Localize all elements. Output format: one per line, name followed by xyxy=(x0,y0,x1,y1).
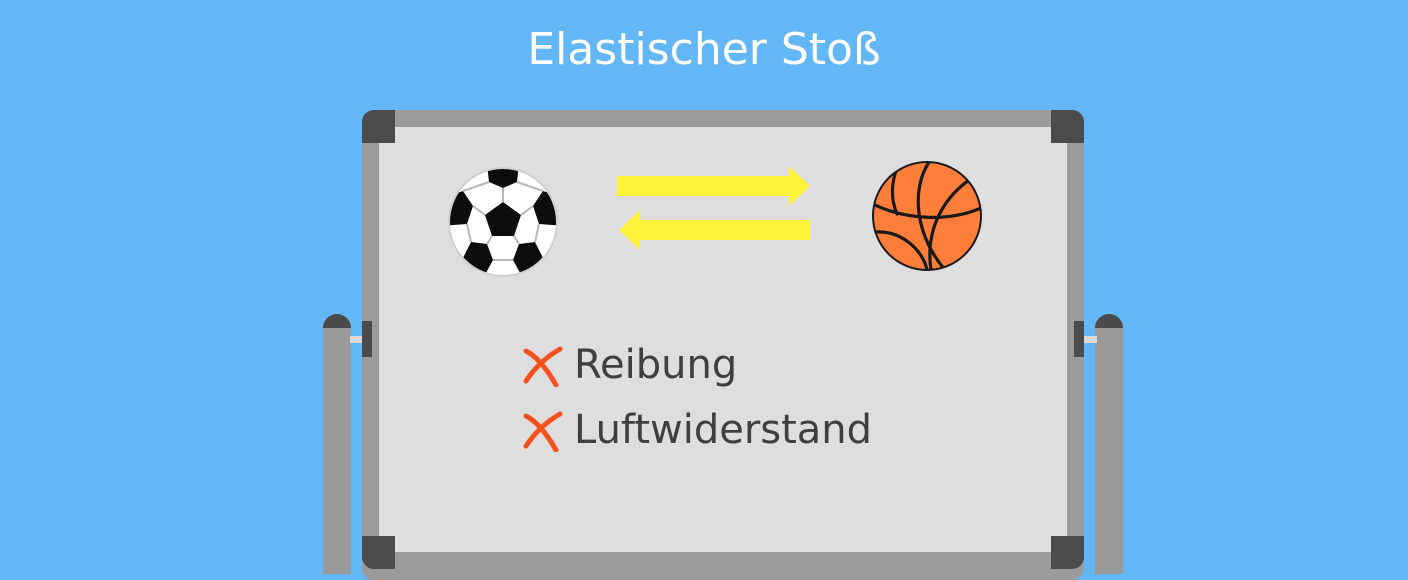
whiteboard-corner-top-left xyxy=(362,110,395,143)
arrow-left-icon xyxy=(619,210,810,250)
cross-icon xyxy=(523,411,563,452)
page-title: Elastischer Stoß xyxy=(527,24,881,75)
basketball-icon xyxy=(872,161,982,271)
whiteboard-corner-bottom-left xyxy=(362,536,395,569)
whiteboard-corner-bottom-right xyxy=(1051,536,1084,569)
whiteboard-clamp-left xyxy=(362,321,372,357)
list-item-label: Reibung xyxy=(574,342,738,388)
list-item-label: Luftwiderstand xyxy=(574,407,873,453)
soccer-ball-icon xyxy=(448,167,558,277)
list-item-reibung: Reibung xyxy=(520,340,737,390)
arrow-right-icon xyxy=(617,166,810,206)
list-item-luftwiderstand: Luftwiderstand xyxy=(520,405,872,455)
whiteboard-stand-right-leg xyxy=(1095,314,1123,574)
whiteboard-stand-right-rod xyxy=(1082,336,1097,343)
cross-icon xyxy=(523,346,563,387)
whiteboard-corner-top-right xyxy=(1051,110,1084,143)
whiteboard-stand-left-leg xyxy=(323,314,351,574)
whiteboard-clamp-right xyxy=(1074,321,1084,357)
